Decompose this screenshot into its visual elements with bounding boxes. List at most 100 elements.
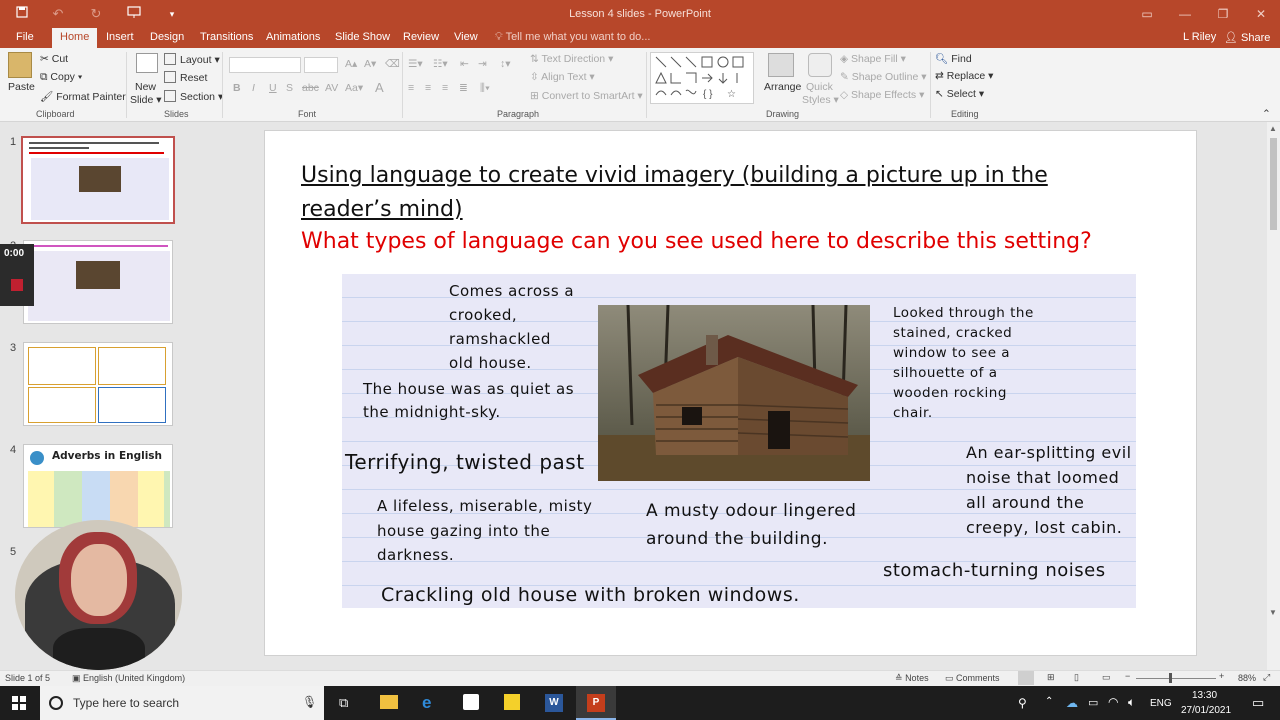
volume-icon[interactable]: 🔈︎ <box>1128 695 1135 710</box>
wifi-icon[interactable]: ◠ <box>1108 695 1118 709</box>
bullets-icon[interactable]: ☰▾ <box>408 58 423 70</box>
phrase-quiet-house[interactable]: The house was as quiet as the midnight-s… <box>363 378 574 424</box>
decrease-indent-icon[interactable]: ⇤ <box>460 58 469 70</box>
text-direction-button[interactable]: ⇅ Text Direction ▾ <box>530 53 613 65</box>
copy-button[interactable]: ⧉ Copy ▾ <box>40 71 82 84</box>
normal-view-icon[interactable] <box>1018 671 1034 685</box>
scrollbar-thumb[interactable] <box>1270 138 1277 230</box>
tab-view[interactable]: View <box>454 31 478 43</box>
collapse-ribbon-icon[interactable]: ⌃ <box>1262 108 1271 120</box>
vertical-scrollbar[interactable]: ▲ ▼ <box>1267 122 1280 670</box>
shape-effects-button[interactable]: ◇ Shape Effects ▾ <box>840 89 924 101</box>
section-button[interactable]: Section ▾ <box>164 90 223 103</box>
scroll-up-icon[interactable]: ▲ <box>1269 124 1277 133</box>
minimize-icon[interactable]: — <box>1166 0 1204 28</box>
strikethrough-icon[interactable]: abc <box>302 82 319 94</box>
store-icon[interactable] <box>463 694 479 710</box>
quick-styles-icon[interactable] <box>808 53 832 77</box>
font-name-box[interactable] <box>229 57 301 73</box>
record-icon[interactable] <box>11 279 23 291</box>
tab-animations[interactable]: Animations <box>266 31 320 43</box>
tab-insert[interactable]: Insert <box>106 31 134 43</box>
task-view-icon[interactable]: ⧉ <box>339 695 348 711</box>
tab-review[interactable]: Review <box>403 31 439 43</box>
select-button[interactable]: ↖ Select ▾ <box>935 88 984 100</box>
tab-slide-show[interactable]: Slide Show <box>335 31 390 43</box>
taskbar-search-box[interactable]: Type here to search 🎙︎ <box>40 686 324 720</box>
clock-time[interactable]: 13:30 <box>1192 690 1217 701</box>
comments-button[interactable]: ▭ Comments <box>945 673 1000 684</box>
scroll-down-icon[interactable]: ▼ <box>1269 608 1277 617</box>
people-icon[interactable]: ⚲ <box>1018 696 1027 710</box>
italic-icon[interactable]: I <box>252 82 255 94</box>
convert-smartart-button[interactable]: ⊞ Convert to SmartArt ▾ <box>530 90 643 102</box>
microphone-icon[interactable]: 🎙︎ <box>302 695 317 709</box>
user-name[interactable]: L Riley <box>1183 31 1216 43</box>
clock-date[interactable]: 27/01/2021 <box>1181 705 1231 716</box>
replace-button[interactable]: ⇄ Replace ▾ <box>935 70 993 82</box>
share-button[interactable]: 👤︎ Share <box>1224 31 1270 44</box>
align-left-icon[interactable]: ≡ <box>408 82 414 94</box>
sticky-notes-icon[interactable] <box>504 694 520 710</box>
find-button[interactable]: 🔍︎ Find <box>935 52 972 65</box>
slide-canvas[interactable]: Using language to create vivid imagery (… <box>264 130 1197 656</box>
edge-icon[interactable]: e <box>422 693 431 713</box>
underline-icon[interactable]: U <box>269 82 277 94</box>
shadow-icon[interactable]: S <box>286 82 293 94</box>
phrase-crackling-house[interactable]: Crackling old house with broken windows. <box>381 582 800 608</box>
tab-design[interactable]: Design <box>150 31 184 43</box>
show-hidden-icons[interactable]: ⌃ <box>1045 696 1053 707</box>
cut-button[interactable]: ✂ Cut <box>40 53 68 65</box>
cabin-photo[interactable] <box>598 305 870 481</box>
battery-icon[interactable]: ▭ <box>1088 696 1098 709</box>
slide-thumbnail-2[interactable] <box>23 240 173 324</box>
arrange-icon[interactable] <box>768 53 794 77</box>
phrase-lifeless-house[interactable]: A lifeless, miserable, misty house gazin… <box>377 494 592 568</box>
zoom-slider-thumb[interactable] <box>1169 673 1172 683</box>
shape-outline-button[interactable]: ✎ Shape Outline ▾ <box>840 71 927 83</box>
decrease-font-icon[interactable]: A▾ <box>364 58 376 70</box>
char-spacing-icon[interactable]: AV <box>325 82 338 94</box>
new-slide-icon[interactable] <box>136 53 158 73</box>
arrange-button[interactable]: Arrange <box>764 81 801 93</box>
windows-start-icon[interactable] <box>12 696 26 713</box>
increase-font-icon[interactable]: A▴ <box>345 58 357 70</box>
phrase-crooked-house[interactable]: Comes across a crooked, ramshackled old … <box>449 279 574 375</box>
restore-icon[interactable]: ❐ <box>1204 0 1242 28</box>
language-indicator-taskbar[interactable]: ENG <box>1150 698 1172 709</box>
slide-thumbnail-3[interactable] <box>23 342 173 426</box>
tab-file[interactable]: File <box>16 31 34 43</box>
tab-transitions[interactable]: Transitions <box>200 31 253 43</box>
zoom-out-icon[interactable]: − <box>1125 671 1130 681</box>
ribbon-display-icon[interactable]: ▭ <box>1128 0 1166 28</box>
numbering-icon[interactable]: ☷▾ <box>433 58 448 70</box>
notes-button[interactable]: ≙ Notes <box>895 673 929 684</box>
quick-styles-button-line2[interactable]: Styles ▾ <box>802 94 839 106</box>
zoom-level[interactable]: 88% <box>1238 673 1256 683</box>
fit-slide-icon[interactable]: ⤢ <box>1263 672 1270 683</box>
notification-icon[interactable]: ▭ <box>1252 695 1264 711</box>
columns-icon[interactable]: ⫼▾ <box>480 82 490 95</box>
font-color-icon[interactable]: A <box>375 80 384 95</box>
phrase-ear-splitting[interactable]: An ear-splitting evil noise that loomed … <box>966 440 1132 540</box>
new-slide-button-line2[interactable]: Slide ▾ <box>130 94 162 106</box>
new-slide-button[interactable]: New <box>135 81 156 93</box>
change-case-icon[interactable]: Aa▾ <box>345 82 363 94</box>
phrase-stomach-turning[interactable]: stomach-turning noises <box>883 558 1106 584</box>
onedrive-icon[interactable]: ☁ <box>1066 696 1078 710</box>
slide-thumbnail-4[interactable]: Adverbs in English <box>23 444 173 528</box>
zoom-in-icon[interactable]: + <box>1219 671 1224 681</box>
powerpoint-taskbar-button[interactable]: P <box>576 686 616 720</box>
quick-styles-button[interactable]: Quick <box>806 81 833 93</box>
align-right-icon[interactable]: ≡ <box>442 82 448 94</box>
slide-question[interactable]: What types of language can you see used … <box>301 229 1092 254</box>
reset-button[interactable]: Reset <box>164 71 207 84</box>
slide-thumbnail-1[interactable] <box>21 136 175 224</box>
close-icon[interactable]: ✕ <box>1242 0 1280 28</box>
shapes-gallery[interactable]: { } ☆ <box>650 52 754 104</box>
file-explorer-icon[interactable] <box>380 695 398 709</box>
slide-sorter-icon[interactable]: ⊞ <box>1047 672 1055 683</box>
phrase-stained-window[interactable]: Looked through the stained, cracked wind… <box>893 303 1034 423</box>
increase-indent-icon[interactable]: ⇥ <box>478 58 487 70</box>
bold-icon[interactable]: B <box>233 82 241 94</box>
